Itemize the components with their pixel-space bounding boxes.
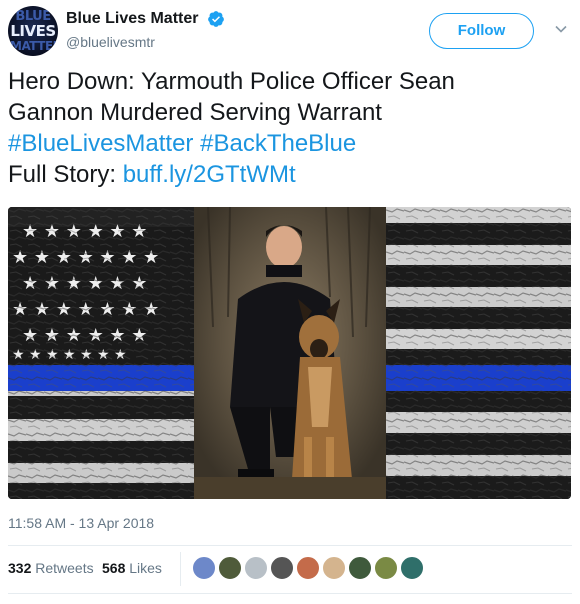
liker-avatar[interactable] [192, 556, 216, 580]
tweet-line-1: Hero Down: Yarmouth Police Officer Sean [8, 68, 455, 95]
verified-badge-icon [208, 11, 224, 27]
author-info[interactable]: Blue Lives Matter @bluelivesmtr [66, 10, 225, 50]
full-story-label: Full Story: [8, 161, 117, 188]
hashtag-bluelivesmatter[interactable]: #BlueLivesMatter [8, 130, 193, 157]
liker-avatar[interactable] [374, 556, 398, 580]
avatar-text-line-3: MATTER [10, 39, 58, 53]
liker-avatar[interactable] [244, 556, 268, 580]
likes-stat[interactable]: 568 Likes [102, 560, 162, 576]
tweet-photo[interactable]: ★ ★ ★ ★ ★ ★ ★ ★ ★ ★ ★ ★ ★ ★ ★ ★ ★ ★ ★ ★ … [8, 207, 571, 499]
stats-separator [180, 552, 181, 586]
liker-avatar[interactable] [296, 556, 320, 580]
liker-avatar[interactable] [270, 556, 294, 580]
divider [8, 545, 572, 546]
tweet-timestamp[interactable]: 11:58 AM - 13 Apr 2018 [8, 515, 154, 531]
liker-avatar[interactable] [400, 556, 424, 580]
retweets-count: 332 [8, 560, 32, 576]
likes-label: Likes [129, 560, 162, 576]
avatar-text-line-2: LIVES [10, 22, 56, 40]
full-story-line: Full Story: buff.ly/2GTtWMt [8, 159, 572, 190]
hashtag-line: #BlueLivesMatter #BackTheBlue [8, 128, 572, 159]
retweets-stat[interactable]: 332 Retweets [8, 560, 94, 576]
photo-image: ★ ★ ★ ★ ★ ★ ★ ★ ★ ★ ★ ★ ★ ★ ★ ★ ★ ★ ★ ★ … [8, 207, 571, 499]
avatar[interactable]: BLUE LIVES MATTER [8, 6, 58, 56]
divider [8, 593, 572, 594]
tweet-header: BLUE LIVES MATTER Blue Lives Matter @blu… [8, 6, 572, 58]
hashtag-backtheblue[interactable]: #BackTheBlue [200, 130, 356, 157]
liker-avatar[interactable] [322, 556, 346, 580]
liker-avatar[interactable] [218, 556, 242, 580]
tweet-stats: 332 Retweets 568 Likes [8, 547, 572, 591]
liker-avatar[interactable] [348, 556, 372, 580]
tweet-text: Hero Down: Yarmouth Police Officer Sean … [8, 66, 572, 190]
follow-button[interactable]: Follow [429, 13, 534, 49]
likes-count: 568 [102, 560, 126, 576]
chevron-down-icon[interactable] [554, 22, 568, 36]
tweet-line-2: Gannon Murdered Serving Warrant [8, 99, 382, 126]
handle[interactable]: @bluelivesmtr [66, 34, 225, 50]
story-link[interactable]: buff.ly/2GTtWMt [123, 161, 296, 188]
retweets-label: Retweets [35, 560, 94, 576]
display-name[interactable]: Blue Lives Matter [66, 10, 198, 28]
